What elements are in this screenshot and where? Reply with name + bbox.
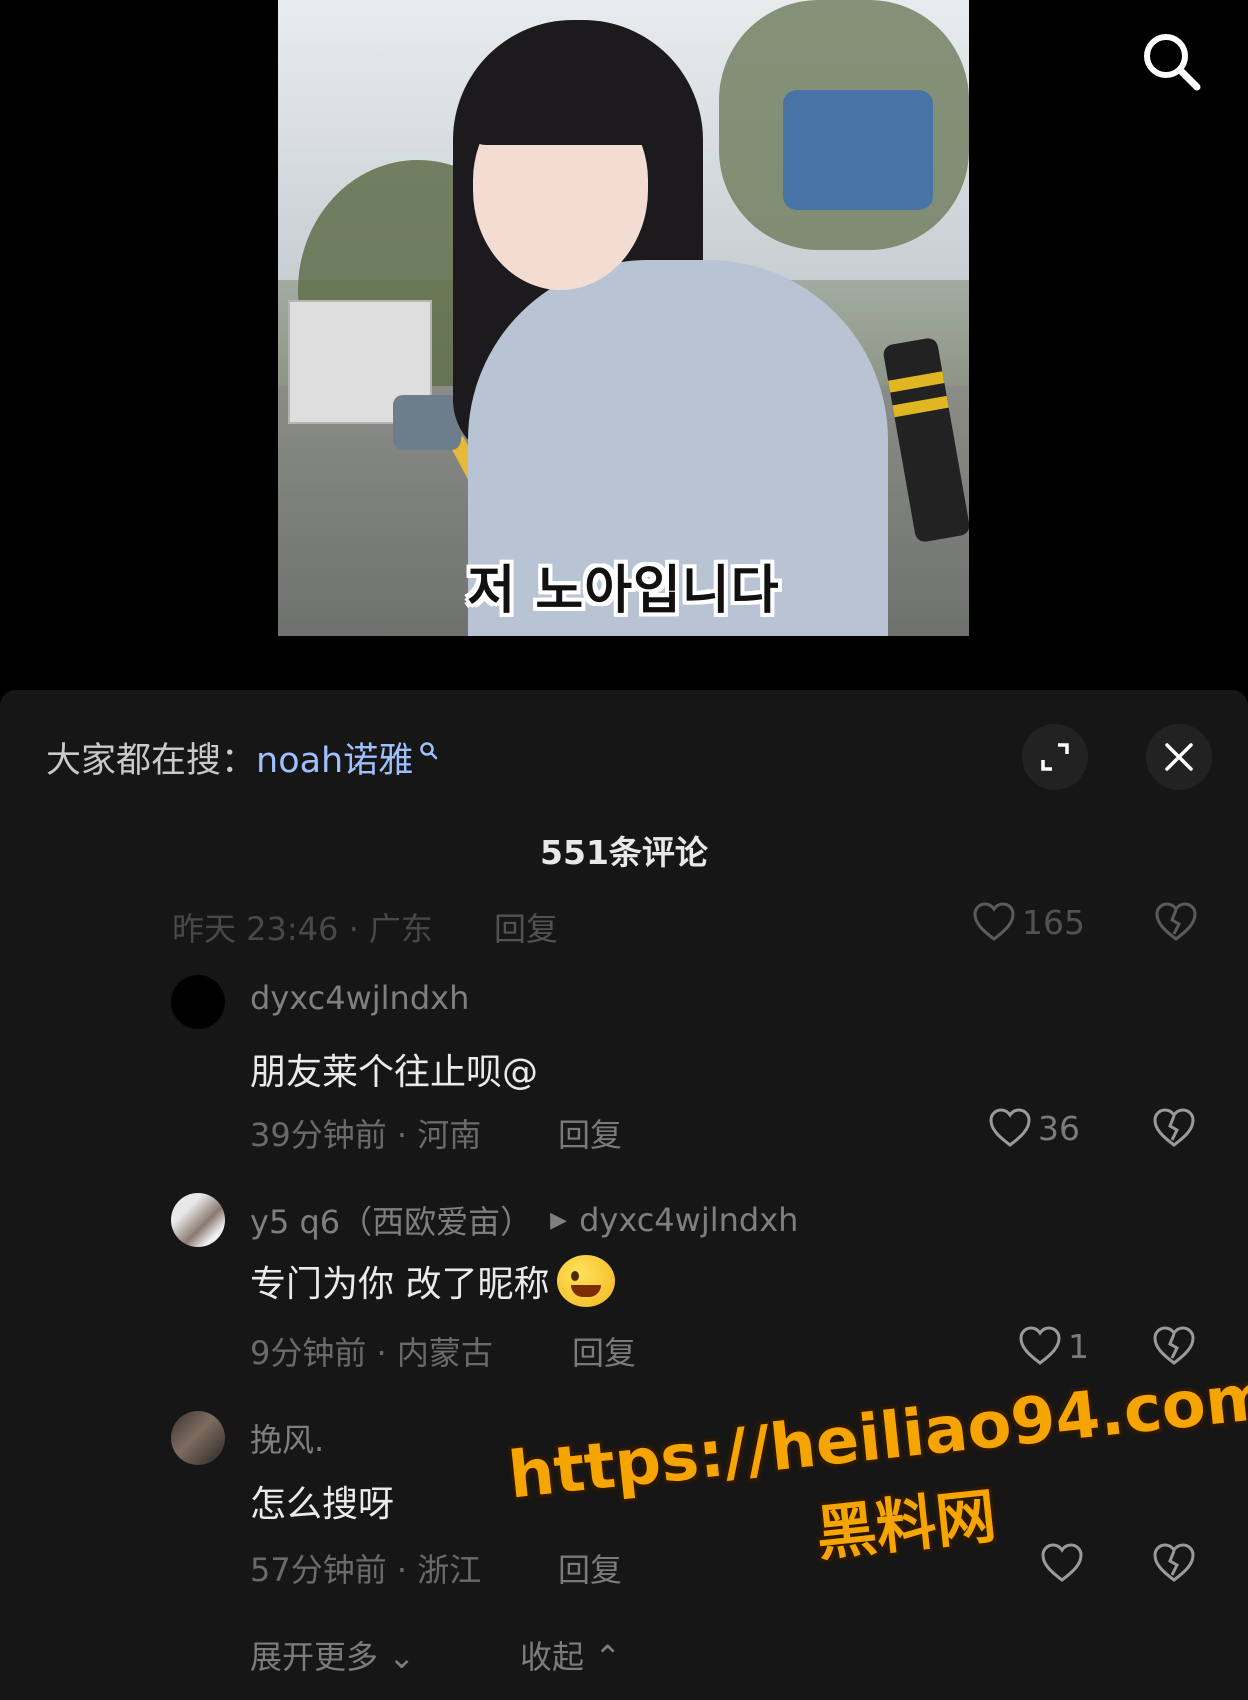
username-text[interactable]: 挽风.	[250, 1415, 324, 1461]
comment-username[interactable]: 挽风.	[250, 1415, 324, 1461]
heart-icon	[973, 902, 1015, 941]
like-button[interactable]	[1040, 1543, 1090, 1583]
broken-heart-icon	[1153, 1543, 1195, 1582]
dislike-button[interactable]	[1152, 1543, 1196, 1591]
comment-body: 怎么搜呀	[250, 1484, 395, 1525]
like-button[interactable]: 36	[988, 1108, 1080, 1148]
expand-more-label: 展开更多	[250, 1638, 379, 1676]
reply-button[interactable]: 回复	[572, 1328, 636, 1374]
video-frame[interactable]: 저 노아입니다	[278, 0, 969, 636]
avatar[interactable]	[171, 1193, 225, 1247]
trending-search[interactable]: 大家都在搜： noah诺雅	[46, 732, 439, 783]
like-count: 36	[1038, 1108, 1080, 1148]
username-text[interactable]: dyxc4wjlndxh	[250, 979, 469, 1017]
video-player[interactable]: 저 노아입니다	[0, 0, 1248, 690]
heart-icon	[989, 1108, 1031, 1147]
video-subtitle: 저 노아입니다	[467, 561, 780, 621]
comment-time: 昨天 23:46 · 广东	[172, 910, 433, 948]
comment-count: 551条评论	[540, 833, 708, 872]
video-car	[393, 395, 461, 450]
like-count: 1	[1068, 1326, 1089, 1366]
comment-body: 专门为你 改了昵称	[250, 1264, 550, 1305]
like-count: 165	[1022, 902, 1085, 942]
comment-username[interactable]: dyxc4wjlndxh	[250, 979, 469, 1017]
comment-username[interactable]: y5 q6（西欧爱亩） ▶ dyxc4wjlndxh	[250, 1197, 798, 1243]
trending-keyword[interactable]: noah诺雅	[256, 732, 413, 783]
collapse-button[interactable]: 收起 ⌃	[520, 1632, 621, 1678]
like-button[interactable]: 1	[1018, 1326, 1089, 1366]
heart-icon	[1019, 1326, 1061, 1365]
heart-icon	[1041, 1543, 1083, 1582]
comment-text: 朋友莱个往止呗@	[250, 1043, 538, 1095]
collapse-label: 收起	[520, 1638, 585, 1676]
username-text[interactable]: y5 q6（西欧爱亩）	[250, 1197, 532, 1243]
search-button[interactable]	[1136, 26, 1206, 96]
reply-button[interactable]: 回复	[494, 904, 558, 950]
close-icon	[1165, 743, 1193, 771]
comment-meta-previous: 昨天 23:46 · 广东 回复 165	[172, 902, 1248, 950]
expand-more-button[interactable]: 展开更多 ⌄	[250, 1632, 415, 1678]
broken-heart-icon	[1153, 1326, 1195, 1365]
comment-time: 39分钟前 · 河南	[250, 1116, 482, 1154]
avatar[interactable]	[171, 1411, 225, 1465]
video-playground	[783, 90, 933, 210]
reply-to-username[interactable]: dyxc4wjlndxh	[579, 1201, 798, 1239]
comment-text: 专门为你 改了昵称	[250, 1255, 616, 1307]
expand-icon	[1041, 743, 1069, 771]
like-button[interactable]: 165	[972, 902, 1085, 942]
broken-heart-icon	[1153, 1108, 1195, 1147]
broken-heart-icon	[1155, 902, 1197, 941]
chevron-up-icon: ⌃	[594, 1638, 621, 1676]
dislike-button[interactable]	[1154, 902, 1198, 950]
trending-prefix: 大家都在搜：	[46, 741, 257, 781]
comment-time: 57分钟前 · 浙江	[250, 1551, 482, 1589]
reply-arrow-icon: ▶	[550, 1207, 568, 1233]
dislike-button[interactable]	[1152, 1108, 1196, 1156]
chevron-down-icon: ⌄	[388, 1638, 415, 1676]
dislike-button[interactable]	[1152, 1326, 1196, 1374]
avatar[interactable]	[171, 975, 225, 1029]
small-search-icon	[419, 730, 439, 770]
comment-meta: 39分钟前 · 河南 回复 36	[250, 1108, 1248, 1156]
grinning-emoji-icon	[557, 1255, 616, 1307]
comment-body: 朋友莱个往止呗@	[250, 1052, 539, 1093]
reply-button[interactable]: 回复	[558, 1110, 622, 1156]
comment-time: 9分钟前 · 内蒙古	[250, 1334, 493, 1372]
search-icon	[1144, 34, 1201, 91]
expand-button[interactable]	[1022, 724, 1088, 790]
comment-meta: 9分钟前 · 内蒙古 回复 1	[250, 1326, 1248, 1374]
comment-text: 怎么搜呀	[250, 1475, 394, 1527]
close-button[interactable]	[1146, 724, 1212, 790]
